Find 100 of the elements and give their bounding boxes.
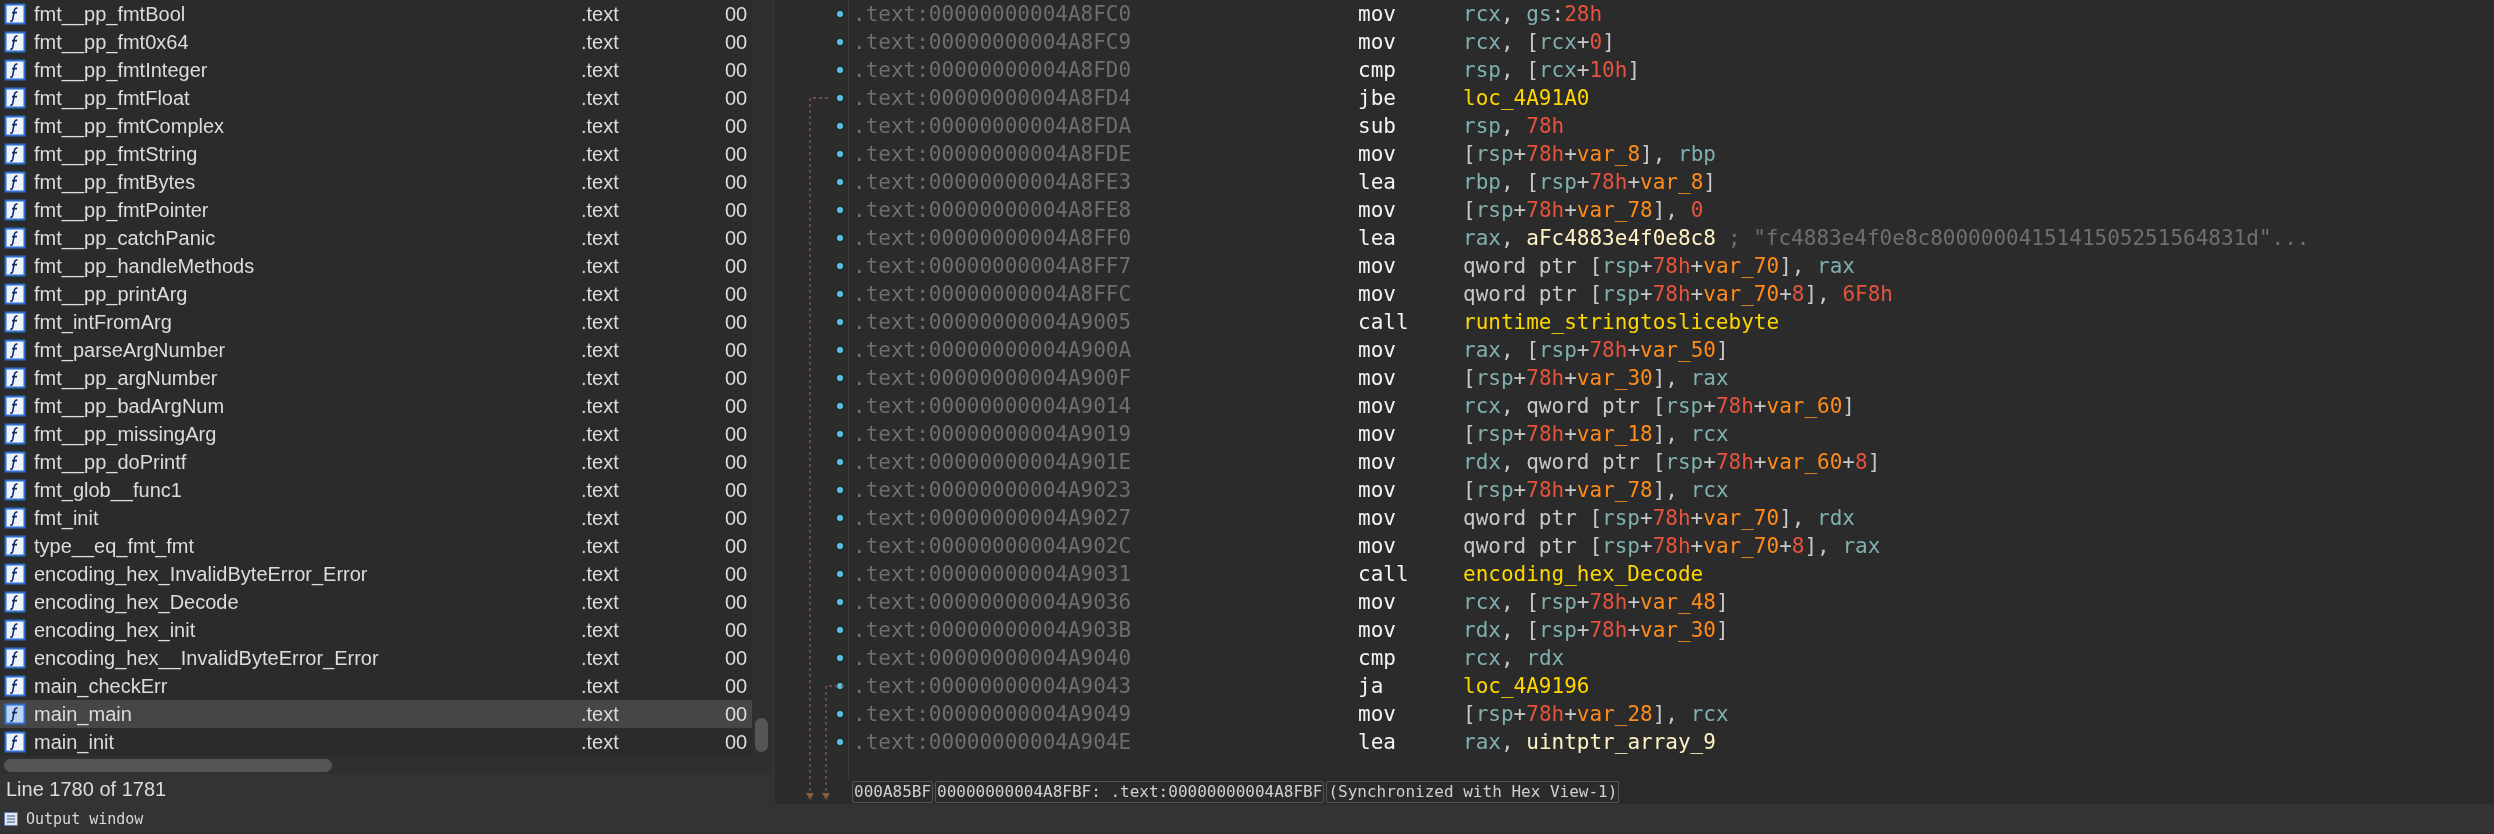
segment-cell-text: .text (581, 478, 620, 502)
mnemonic: mov (1358, 506, 1397, 530)
instruction-dot-icon (837, 11, 843, 17)
segment-cell-text: .text (581, 2, 620, 26)
address: .text:00000000004A9014 (853, 394, 1133, 418)
function-name: fmt__pp_fmtInteger (34, 58, 209, 82)
operands: loc_4A9196 (1463, 674, 1590, 698)
function-name: fmt__pp_fmtBytes (34, 170, 197, 194)
horizontal-scrollbar[interactable] (4, 758, 332, 772)
start-cell: 00 (725, 254, 749, 278)
instruction-dot-icon (837, 39, 843, 45)
status-field: (Synchronized with Hex View-1) (1326, 781, 1620, 803)
segment-cell-text: .text (581, 534, 620, 558)
start-cell: 00 (725, 142, 749, 166)
address: .text:00000000004A8FDE (853, 142, 1133, 166)
instruction-dot-icon (837, 319, 843, 325)
operands: rcx, qword ptr [rsp+78h+var_60] (1463, 394, 1855, 418)
segment-cell-text: .text (581, 450, 620, 474)
function-name: fmt__pp_badArgNum (34, 394, 226, 418)
function-icon (4, 479, 26, 501)
output-window-tab[interactable]: Output window (26, 810, 144, 828)
operands: rdx, qword ptr [rsp+78h+var_60+8] (1463, 450, 1881, 474)
function-name: fmt__pp_fmtBool (34, 2, 187, 26)
mnemonic: mov (1358, 702, 1397, 726)
function-name: fmt__pp_catchPanic (34, 226, 217, 250)
instruction-dot-icon (837, 123, 843, 129)
function-name: type__eq_fmt_fmt (34, 534, 196, 558)
start-cell: 00 (725, 30, 749, 54)
operands: loc_4A91A0 (1463, 86, 1590, 110)
address: .text:00000000004A8FE8 (853, 198, 1133, 222)
instruction-dot-icon (837, 543, 843, 549)
segment-cell-text: .text (581, 618, 620, 642)
mnemonic: mov (1358, 590, 1397, 614)
address: .text:00000000004A8FF7 (853, 254, 1133, 278)
segment-cell-text: .text (581, 394, 620, 418)
function-row[interactable]: main_main .text 00 (0, 700, 752, 728)
mnemonic: jbe (1358, 86, 1397, 110)
segment-cell-text: .text (581, 58, 620, 82)
instruction-dot-icon (837, 95, 843, 101)
mnemonic: cmp (1358, 58, 1397, 82)
start-cell: 00 (725, 282, 749, 306)
operands: [rsp+78h+var_28], rcx (1463, 702, 1729, 726)
address: .text:00000000004A903B (853, 618, 1133, 642)
address: .text:00000000004A8FC9 (853, 30, 1133, 54)
segment-cell-text: .text (581, 506, 620, 530)
vertical-scrollbar[interactable] (755, 718, 768, 752)
segment-cell-text: .text (581, 254, 620, 278)
function-icon (4, 563, 26, 585)
function-icon (4, 339, 26, 361)
mnemonic: mov (1358, 338, 1397, 362)
address: .text:00000000004A9019 (853, 422, 1133, 446)
status-field: 00000000004A8FBF: .text:00000000004A8FBF (935, 781, 1325, 803)
mnemonic: sub (1358, 114, 1397, 138)
code-comment: ; "fc4883e4f0e8c8000000415141505251564831d"... (1727, 226, 2310, 250)
start-cell: 00 (725, 646, 749, 670)
instruction-dot-icon (837, 207, 843, 213)
function-name: fmt__pp_fmtFloat (34, 86, 191, 110)
start-cell: 00 (725, 394, 749, 418)
segment-cell-text: .text (581, 646, 620, 670)
mnemonic: mov (1358, 450, 1397, 474)
operands: rbp, [rsp+78h+var_8] (1463, 170, 1716, 194)
address: .text:00000000004A8FD4 (853, 86, 1133, 110)
instruction-dot-icon (837, 375, 843, 381)
address: .text:00000000004A902C (853, 534, 1133, 558)
address: .text:00000000004A900F (853, 366, 1133, 390)
address: .text:00000000004A8FF0 (853, 226, 1133, 250)
mnemonic: mov (1358, 478, 1397, 502)
address: .text:00000000004A9023 (853, 478, 1133, 502)
start-cell: 00 (725, 310, 749, 334)
segment-cell-text: .text (581, 282, 620, 306)
function-icon (4, 619, 26, 641)
mnemonic: ja (1358, 674, 1385, 698)
segment-cell-text: .text (581, 730, 620, 754)
address: .text:00000000004A8FE3 (853, 170, 1133, 194)
instruction-dot-icon (837, 515, 843, 521)
start-cell: 00 (725, 674, 749, 698)
instruction-dot-icon (837, 235, 843, 241)
list-icon (4, 812, 18, 826)
address: .text:00000000004A901E (853, 450, 1133, 474)
function-name: fmt_glob__func1 (34, 478, 183, 502)
instruction-dot-icon (837, 683, 843, 689)
mnemonic: lea (1358, 170, 1397, 194)
function-name: fmt_intFromArg (34, 310, 173, 334)
start-cell: 00 (725, 702, 749, 726)
mnemonic: mov (1358, 142, 1397, 166)
function-icon (4, 171, 26, 193)
address: .text:00000000004A8FDA (853, 114, 1133, 138)
instruction-dot-icon (837, 403, 843, 409)
function-icon (4, 507, 26, 529)
start-cell: 00 (725, 114, 749, 138)
function-name: encoding_hex__InvalidByteError_Error (34, 646, 380, 670)
mnemonic: mov (1358, 2, 1397, 26)
mnemonic: call (1358, 562, 1410, 586)
operands: rax, aFc4883e4f0e8c8 (1463, 226, 1716, 250)
address: .text:00000000004A8FFC (853, 282, 1133, 306)
function-icon (4, 591, 26, 613)
function-name: fmt__pp_handleMethods (34, 254, 256, 278)
start-cell: 00 (725, 534, 749, 558)
segment-cell-text: .text (581, 310, 620, 334)
instruction-dot-icon (837, 655, 843, 661)
